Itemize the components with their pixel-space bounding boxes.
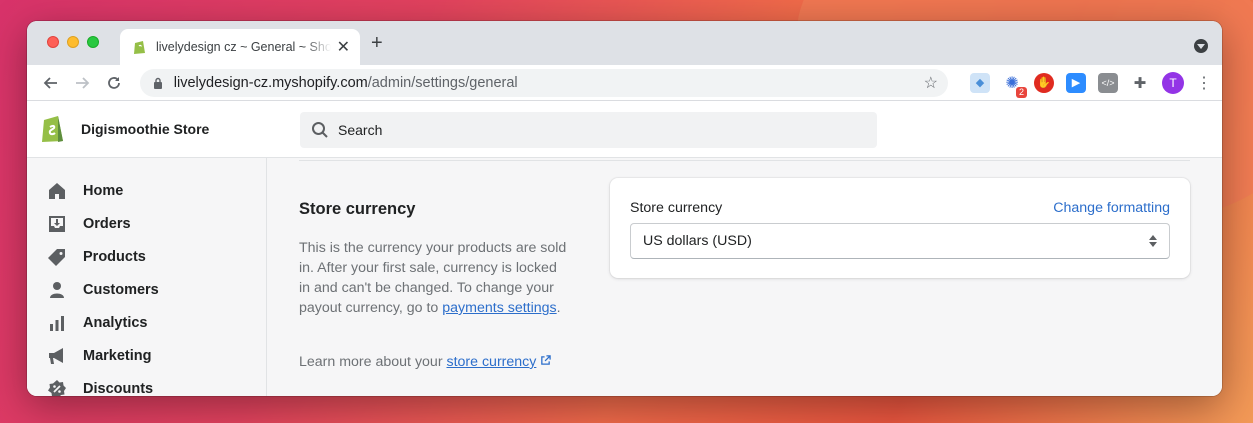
store-currency-label: Store currency: [630, 200, 723, 216]
tag-icon: [48, 248, 65, 266]
tab-strip: livelydesign cz ~ General ~ Shopify ✕ +: [27, 21, 1222, 65]
url-path: /admin/settings/general: [367, 74, 518, 91]
extensions-bar: ◆ ✺ 2 ✋ ▶ </> ✚ T ⋮: [970, 71, 1212, 98]
sidebar-item-label: Products: [83, 248, 146, 265]
bar-chart-icon: [50, 315, 64, 331]
store-name[interactable]: Digismoothie Store: [81, 121, 209, 137]
megaphone-icon: [49, 347, 63, 364]
person-icon: [50, 281, 64, 298]
reload-icon: [108, 76, 120, 89]
maximize-window-button[interactable]: [87, 36, 99, 48]
change-formatting-button[interactable]: Change formatting: [1053, 200, 1170, 216]
settings-main: Store currency This is the currency your…: [267, 158, 1222, 396]
puzzle-extensions-icon[interactable]: ✚: [1130, 73, 1150, 93]
tab-title: livelydesign cz ~ General ~ Shopify: [156, 40, 331, 54]
minimize-window-button[interactable]: [67, 36, 79, 48]
home-icon: [49, 182, 65, 199]
browser-window: livelydesign cz ~ General ~ Shopify ✕ + …: [27, 21, 1222, 396]
admin-body: Home Orders Products Customers Analytics…: [27, 158, 1222, 396]
sidebar-item-discounts[interactable]: Discounts: [27, 372, 266, 396]
description-period: .: [556, 300, 561, 316]
back-button[interactable]: [37, 69, 65, 97]
discount-icon: [48, 379, 66, 396]
zoom-extension-icon[interactable]: ▶: [1066, 72, 1087, 93]
shopify-logo-icon: [42, 116, 63, 142]
payments-settings-link[interactable]: payments settings: [442, 300, 556, 316]
extension-badge: 2: [1016, 86, 1028, 98]
browser-menu-icon[interactable]: ⋮: [1196, 73, 1212, 93]
shield-extension-icon[interactable]: ◆: [970, 72, 991, 93]
shopify-favicon-icon: [134, 41, 145, 54]
currency-select[interactable]: US dollars (USD): [630, 223, 1170, 259]
window-controls: [47, 36, 99, 48]
search-placeholder: Search: [338, 122, 383, 138]
close-window-button[interactable]: [47, 36, 59, 48]
orders-icon: [49, 215, 65, 232]
sidebar-item-analytics[interactable]: Analytics: [27, 306, 266, 339]
section-divider: [299, 160, 1190, 161]
learn-more-text: Learn more about your: [299, 354, 447, 370]
reload-button[interactable]: [100, 69, 128, 97]
sidebar-item-home[interactable]: Home: [27, 174, 266, 207]
sidebar-item-label: Discounts: [83, 380, 154, 397]
shopify-top-bar: Digismoothie Store Search: [27, 101, 1222, 158]
sidebar-item-label: Customers: [83, 281, 159, 298]
tab-search-icon[interactable]: [1194, 39, 1208, 53]
browser-tab[interactable]: livelydesign cz ~ General ~ Shopify ✕: [120, 29, 360, 65]
forward-button[interactable]: [69, 69, 97, 97]
sidebar-nav: Home Orders Products Customers Analytics…: [27, 158, 267, 396]
stop-hand-extension-icon[interactable]: ✋: [1034, 72, 1055, 93]
new-tab-icon[interactable]: +: [371, 33, 383, 53]
forward-arrow-icon: [76, 76, 90, 89]
store-currency-link[interactable]: store currency: [446, 354, 536, 370]
sidebar-item-orders[interactable]: Orders: [27, 207, 266, 240]
sidebar-item-label: Analytics: [83, 314, 148, 331]
selected-currency: US dollars (USD): [643, 233, 752, 249]
profile-avatar[interactable]: T: [1162, 71, 1185, 94]
section-description: This is the currency your products are s…: [299, 238, 569, 318]
section-title: Store currency: [299, 200, 416, 218]
code-extension-icon[interactable]: </>: [1098, 72, 1119, 93]
sidebar-item-label: Home: [83, 182, 124, 199]
url-host: livelydesign-cz.myshopify.com: [173, 74, 368, 91]
external-link-icon: [541, 355, 552, 365]
asterisk-extension-icon[interactable]: ✺ 2: [1002, 72, 1028, 98]
back-arrow-icon: [43, 76, 57, 89]
browser-toolbar: livelydesign-cz.myshopify.com/admin/sett…: [27, 65, 1222, 101]
sidebar-item-label: Marketing: [83, 347, 152, 364]
store-currency-card: Store currency Change formatting US doll…: [610, 178, 1190, 278]
lock-icon: [153, 77, 162, 89]
search-icon: [312, 122, 328, 138]
close-tab-icon[interactable]: ✕: [337, 37, 350, 57]
bookmark-star-icon[interactable]: ☆: [924, 73, 938, 93]
select-arrows-icon: [1149, 235, 1157, 247]
sidebar-item-customers[interactable]: Customers: [27, 273, 266, 306]
sidebar-item-marketing[interactable]: Marketing: [27, 339, 266, 372]
sidebar-item-label: Orders: [83, 215, 131, 232]
sidebar-item-products[interactable]: Products: [27, 240, 266, 273]
address-bar[interactable]: livelydesign-cz.myshopify.com/admin/sett…: [139, 68, 949, 97]
learn-more: Learn more about your store currency: [299, 354, 552, 370]
search-input[interactable]: Search: [300, 112, 877, 148]
